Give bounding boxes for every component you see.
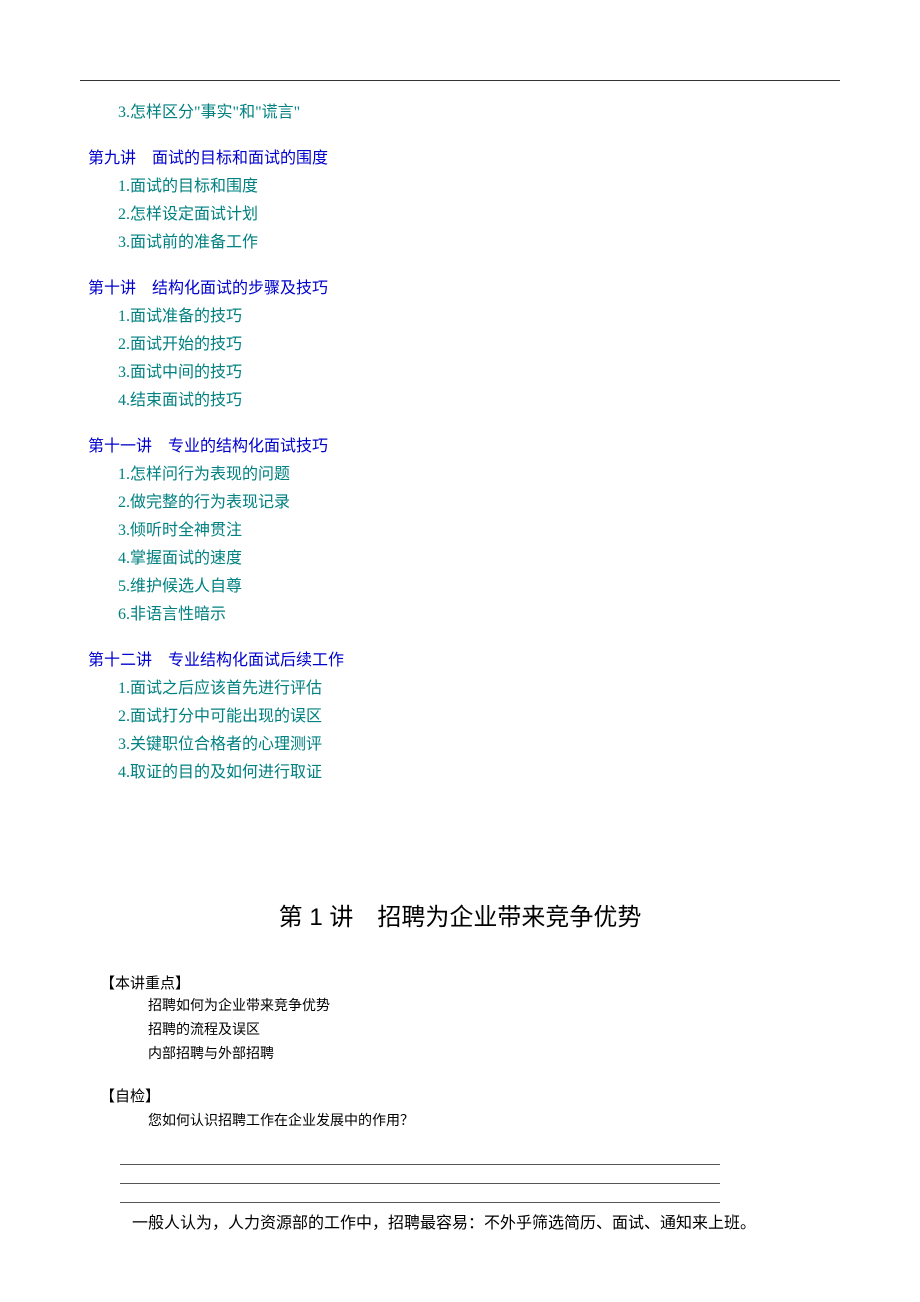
toc-item: 3.面试前的准备工作 [88, 229, 840, 257]
toc-section-title: 第十二讲 专业结构化面试后续工作 [88, 647, 840, 675]
header-rule [80, 80, 840, 81]
toc-item: 3.关键职位合格者的心理测评 [88, 731, 840, 759]
focus-item: 招聘如何为企业带来竞争优势 [80, 993, 840, 1017]
toc-item: 4.取证的目的及如何进行取证 [88, 759, 840, 787]
toc-item: 3.怎样区分"事实"和"谎言" [88, 99, 840, 127]
toc-item: 2.面试打分中可能出现的误区 [88, 703, 840, 731]
focus-label: 【本讲重点】 [80, 972, 840, 993]
focus-item: 内部招聘与外部招聘 [80, 1041, 840, 1065]
selfcheck-label: 【自检】 [80, 1085, 840, 1106]
toc-item: 4.掌握面试的速度 [88, 545, 840, 573]
toc-item: 1.面试准备的技巧 [88, 303, 840, 331]
toc-item: 2.面试开始的技巧 [88, 331, 840, 359]
blank-line [120, 1184, 720, 1203]
toc-item: 6.非语言性暗示 [88, 601, 840, 629]
document-page: 3.怎样区分"事实"和"谎言" 第九讲 面试的目标和面试的围度 1.面试的目标和… [80, 0, 840, 1237]
toc-section-title: 第十讲 结构化面试的步骤及技巧 [88, 275, 840, 303]
focus-item: 招聘的流程及误区 [80, 1017, 840, 1041]
toc-item: 5.维护候选人自尊 [88, 573, 840, 601]
chapter-title: 第 1 讲 招聘为企业带来竞争优势 [80, 897, 840, 932]
blank-line [120, 1146, 720, 1165]
selfcheck-question: 您如何认识招聘工作在企业发展中的作用？ [80, 1108, 840, 1132]
answer-lines [80, 1146, 840, 1203]
toc-item: 2.做完整的行为表现记录 [88, 489, 840, 517]
blank-line [120, 1165, 720, 1184]
table-of-contents: 3.怎样区分"事实"和"谎言" 第九讲 面试的目标和面试的围度 1.面试的目标和… [80, 99, 840, 787]
toc-item: 1.怎样问行为表现的问题 [88, 461, 840, 489]
toc-item: 3.面试中间的技巧 [88, 359, 840, 387]
toc-item: 1.面试的目标和围度 [88, 173, 840, 201]
toc-section-title: 第十一讲 专业的结构化面试技巧 [88, 433, 840, 461]
toc-item: 3.倾听时全神贯注 [88, 517, 840, 545]
toc-item: 4.结束面试的技巧 [88, 387, 840, 415]
toc-section-title: 第九讲 面试的目标和面试的围度 [88, 145, 840, 173]
toc-item: 2.怎样设定面试计划 [88, 201, 840, 229]
toc-item: 1.面试之后应该首先进行评估 [88, 675, 840, 703]
body-paragraph: 一般人认为，人力资源部的工作中，招聘最容易：不外乎筛选简历、面试、通知来上班。 [80, 1211, 840, 1237]
